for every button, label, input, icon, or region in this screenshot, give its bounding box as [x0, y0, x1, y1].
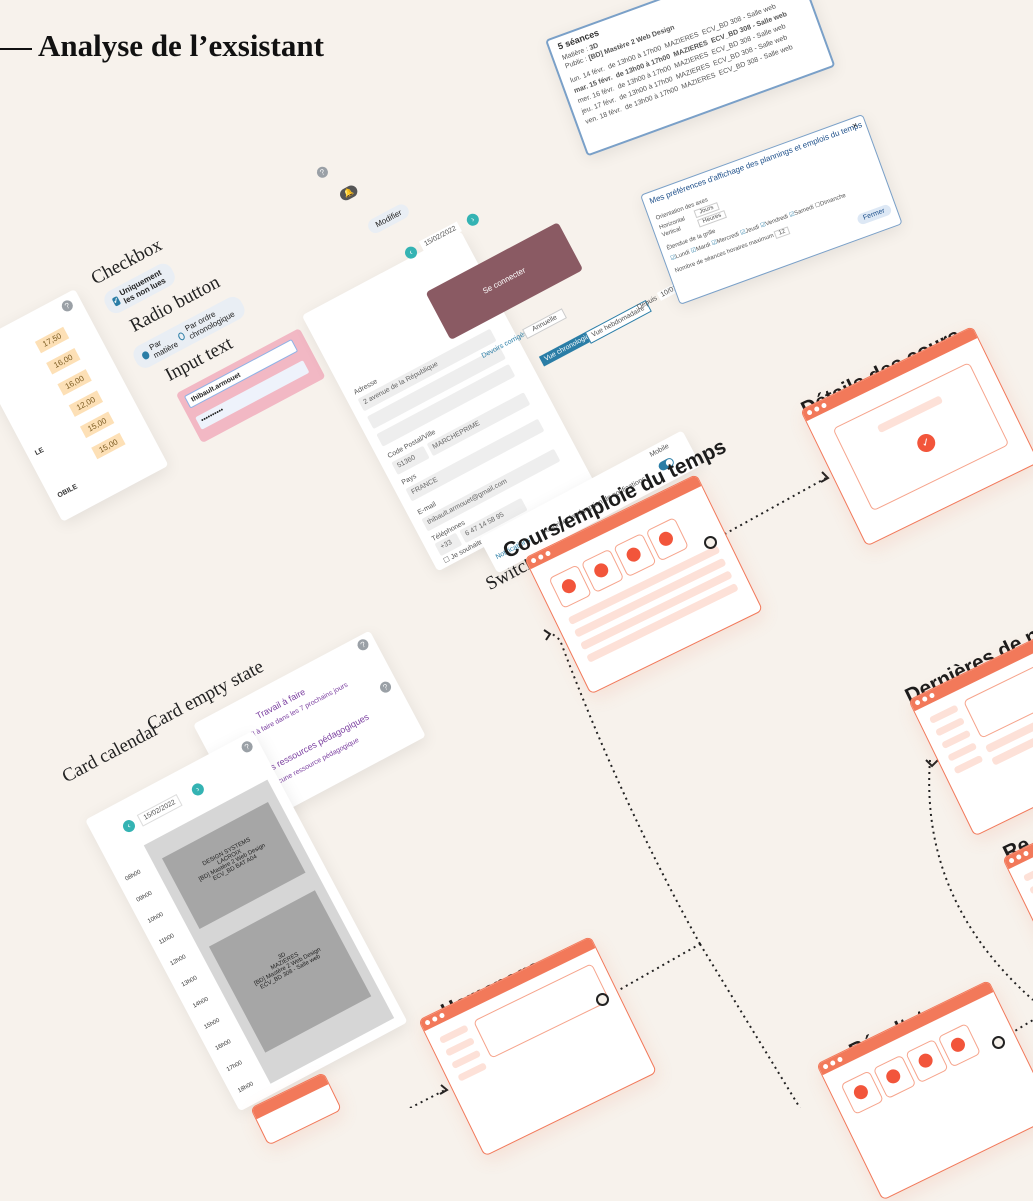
arrow-icon — [925, 759, 939, 768]
canvas: Analyse de l’exsistant ? 17,50 16,00 16,… — [0, 0, 1033, 1201]
connector-node — [596, 993, 609, 1006]
connector-cours-details — [713, 477, 827, 541]
connector-node — [992, 1036, 1005, 1049]
connector-down — [699, 943, 801, 1108]
arrow-icon — [439, 1084, 449, 1095]
arrow-icon — [820, 471, 830, 483]
connector-home-cours — [604, 939, 702, 999]
arrow-icon — [543, 629, 552, 641]
connector-bottom — [409, 1089, 446, 1108]
connector-to-cours — [549, 631, 701, 945]
check-circle-icon: ✓ — [914, 430, 939, 456]
connector-node — [704, 536, 717, 549]
